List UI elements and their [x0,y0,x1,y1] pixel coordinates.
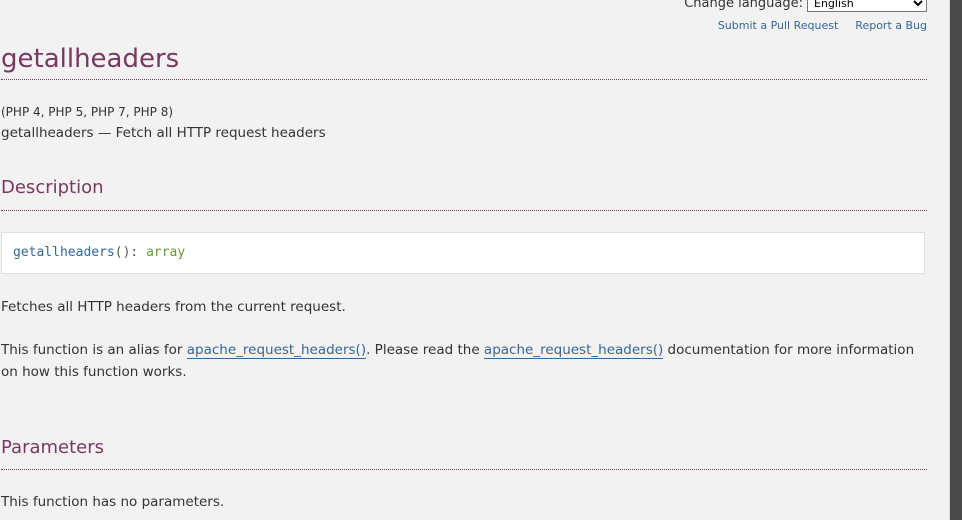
submit-pull-request-link[interactable]: Submit a Pull Request [718,19,838,32]
parameters-heading: Parameters [1,437,105,458]
report-bug-link[interactable]: Report a Bug [855,19,927,32]
description-heading: Description [1,177,104,198]
parameters-divider [1,469,927,470]
return-type: array [146,245,186,260]
change-language-bar: Change language: English [684,0,927,12]
description-paragraph-1: Fetches all HTTP headers from the curren… [1,299,346,315]
apache-request-headers-link-1[interactable]: apache_request_headers() [186,342,367,359]
function-purpose: getallheaders — Fetch all HTTP request h… [1,125,326,141]
edit-links: Submit a Pull Request Report a Bug [718,19,927,32]
method-parens: (): [114,245,147,260]
title-divider [1,79,927,80]
apache-request-headers-link-2[interactable]: apache_request_headers() [483,342,664,359]
change-language-label: Change language: [684,0,803,11]
alias-text-1: This function is an alias for [1,342,187,358]
method-name: getallheaders [13,245,115,260]
php-versions: (PHP 4, PHP 5, PHP 7, PHP 8) [1,105,174,119]
method-synopsis: getallheaders(): array [1,232,925,274]
description-divider [1,210,927,211]
page-title: getallheaders [1,44,180,74]
vertical-scrollbar[interactable] [950,0,962,520]
description-paragraph-2: This function is an alias for apache_req… [1,339,916,383]
alias-text-2: . Please read the [366,342,484,358]
parameters-text: This function has no parameters. [1,494,225,510]
language-select[interactable]: English [807,0,927,12]
